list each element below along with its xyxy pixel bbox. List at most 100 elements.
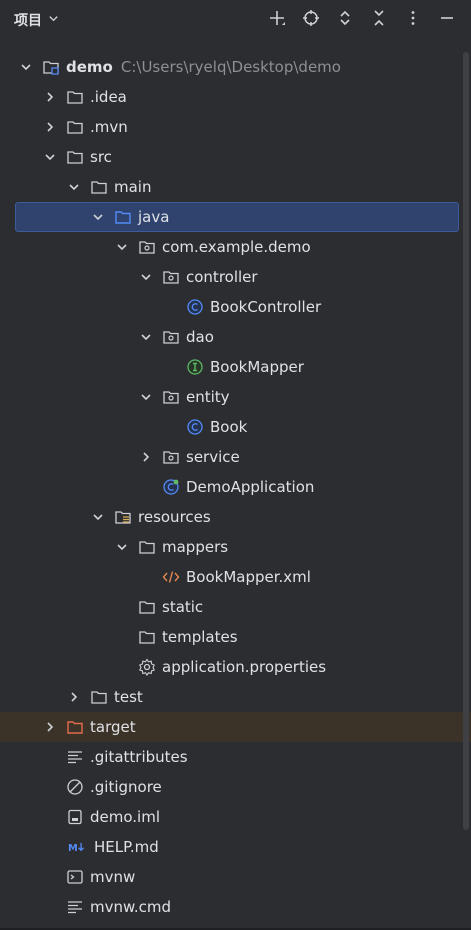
java-interface-icon <box>186 358 204 376</box>
tree-item[interactable]: .gitattributes <box>0 742 460 772</box>
tree-item[interactable]: src <box>0 142 460 172</box>
chevron-down-icon[interactable] <box>138 389 154 405</box>
excluded-folder-icon <box>66 718 84 736</box>
tree-item[interactable]: BookMapper.xml <box>0 562 460 592</box>
terminal-file-icon <box>66 868 84 886</box>
tree-item[interactable]: main <box>0 172 460 202</box>
module-folder-icon <box>42 58 60 76</box>
expand-all-icon[interactable] <box>335 8 355 28</box>
tree-item-label: src <box>90 148 112 166</box>
project-view-selector[interactable]: 项目 <box>14 10 59 30</box>
chevron-down-icon[interactable] <box>90 509 106 525</box>
chevron-right-icon[interactable] <box>42 719 58 735</box>
svg-text:M: M <box>68 843 78 854</box>
package-icon <box>162 388 180 406</box>
more-options-icon[interactable] <box>403 8 423 28</box>
source-folder-icon <box>114 208 132 226</box>
chevron-down-icon[interactable] <box>138 269 154 285</box>
folder-icon <box>66 88 84 106</box>
tree-item-label: target <box>90 718 136 736</box>
collapse-all-icon[interactable] <box>369 8 389 28</box>
tree-item[interactable]: Book <box>0 412 460 442</box>
tree-item-label: mappers <box>162 538 229 556</box>
chevron-right-icon[interactable] <box>66 689 82 705</box>
tree-item[interactable]: mappers <box>0 532 460 562</box>
chevron-down-icon[interactable] <box>90 209 106 225</box>
tree-item-label: service <box>186 448 240 466</box>
chevron-right-icon[interactable] <box>42 119 58 135</box>
folder-icon <box>66 148 84 166</box>
folder-icon <box>90 688 108 706</box>
folder-icon <box>90 178 108 196</box>
tree-item-label: .mvn <box>90 118 128 136</box>
tree-item[interactable]: java <box>15 202 459 232</box>
tree-item[interactable]: .idea <box>0 82 460 112</box>
tree-item-label: templates <box>162 628 238 646</box>
java-class-icon <box>186 298 204 316</box>
tree-item[interactable]: mvnw <box>0 862 460 892</box>
tree-item[interactable]: resources <box>0 502 460 532</box>
tree-item[interactable]: test <box>0 682 460 712</box>
minimize-icon[interactable] <box>437 8 457 28</box>
tree-item[interactable]: demo.iml <box>0 802 460 832</box>
tree-item-label: .gitattributes <box>90 748 188 766</box>
scrollbar[interactable] <box>463 52 469 830</box>
tree-item[interactable]: service <box>0 442 460 472</box>
tree-item-label: BookController <box>210 298 322 316</box>
text-file-icon <box>66 748 84 766</box>
chevron-down-icon <box>48 13 59 27</box>
tree-item[interactable]: controller <box>0 262 460 292</box>
tree-item-label: application.properties <box>162 658 327 676</box>
tree-item[interactable]: mvnw.cmd <box>0 892 460 922</box>
tree-item-label: entity <box>186 388 230 406</box>
tree-item[interactable]: static <box>0 592 460 622</box>
chevron-down-icon[interactable] <box>114 239 130 255</box>
tree-item[interactable]: .gitignore <box>0 772 460 802</box>
tree-item[interactable]: BookMapper <box>0 352 460 382</box>
chevron-right-icon[interactable] <box>138 449 154 465</box>
tree-item[interactable]: dao <box>0 322 460 352</box>
package-icon <box>162 448 180 466</box>
tree-item[interactable]: entity <box>0 382 460 412</box>
chevron-down-icon[interactable] <box>18 59 34 75</box>
tree-item[interactable]: M HELP.md <box>0 832 460 862</box>
tree-item[interactable]: application.properties <box>0 652 460 682</box>
tree-item-label: java <box>138 208 170 226</box>
tree-item-label: .gitignore <box>90 778 162 796</box>
project-title: 项目 <box>14 13 42 29</box>
tree-item-label: main <box>114 178 152 196</box>
folder-icon <box>138 598 156 616</box>
tree-item[interactable]: com.example.demo <box>0 232 460 262</box>
tree-item-label: demo.iml <box>90 808 160 826</box>
tree-item[interactable]: templates <box>0 622 460 652</box>
new-file-icon[interactable] <box>267 8 287 28</box>
tree-item[interactable]: .mvn <box>0 112 460 142</box>
tree-item-label: test <box>114 688 143 706</box>
text-file-icon <box>66 898 84 916</box>
tree-item-label: BookMapper.xml <box>186 568 311 586</box>
properties-file-icon <box>138 658 156 676</box>
tree-item-label: static <box>162 598 204 616</box>
tree-item[interactable]: DemoApplication <box>0 472 460 502</box>
chevron-right-icon[interactable] <box>42 89 58 105</box>
chevron-down-icon[interactable] <box>42 149 58 165</box>
tree-item-label: Book <box>210 418 248 436</box>
tree-item[interactable]: target <box>0 712 471 742</box>
chevron-down-icon[interactable] <box>66 179 82 195</box>
resources-folder-icon <box>114 508 132 526</box>
chevron-down-icon[interactable] <box>138 329 154 345</box>
locate-icon[interactable] <box>301 8 321 28</box>
chevron-down-icon[interactable] <box>114 539 130 555</box>
tree-item[interactable]: BookController <box>0 292 460 322</box>
tree-item-label: demo <box>66 58 113 76</box>
tree-item[interactable]: demo C:\Users\ryelq\Desktop\demo <box>0 52 460 82</box>
project-tool-window-header: 项目 <box>0 0 471 40</box>
